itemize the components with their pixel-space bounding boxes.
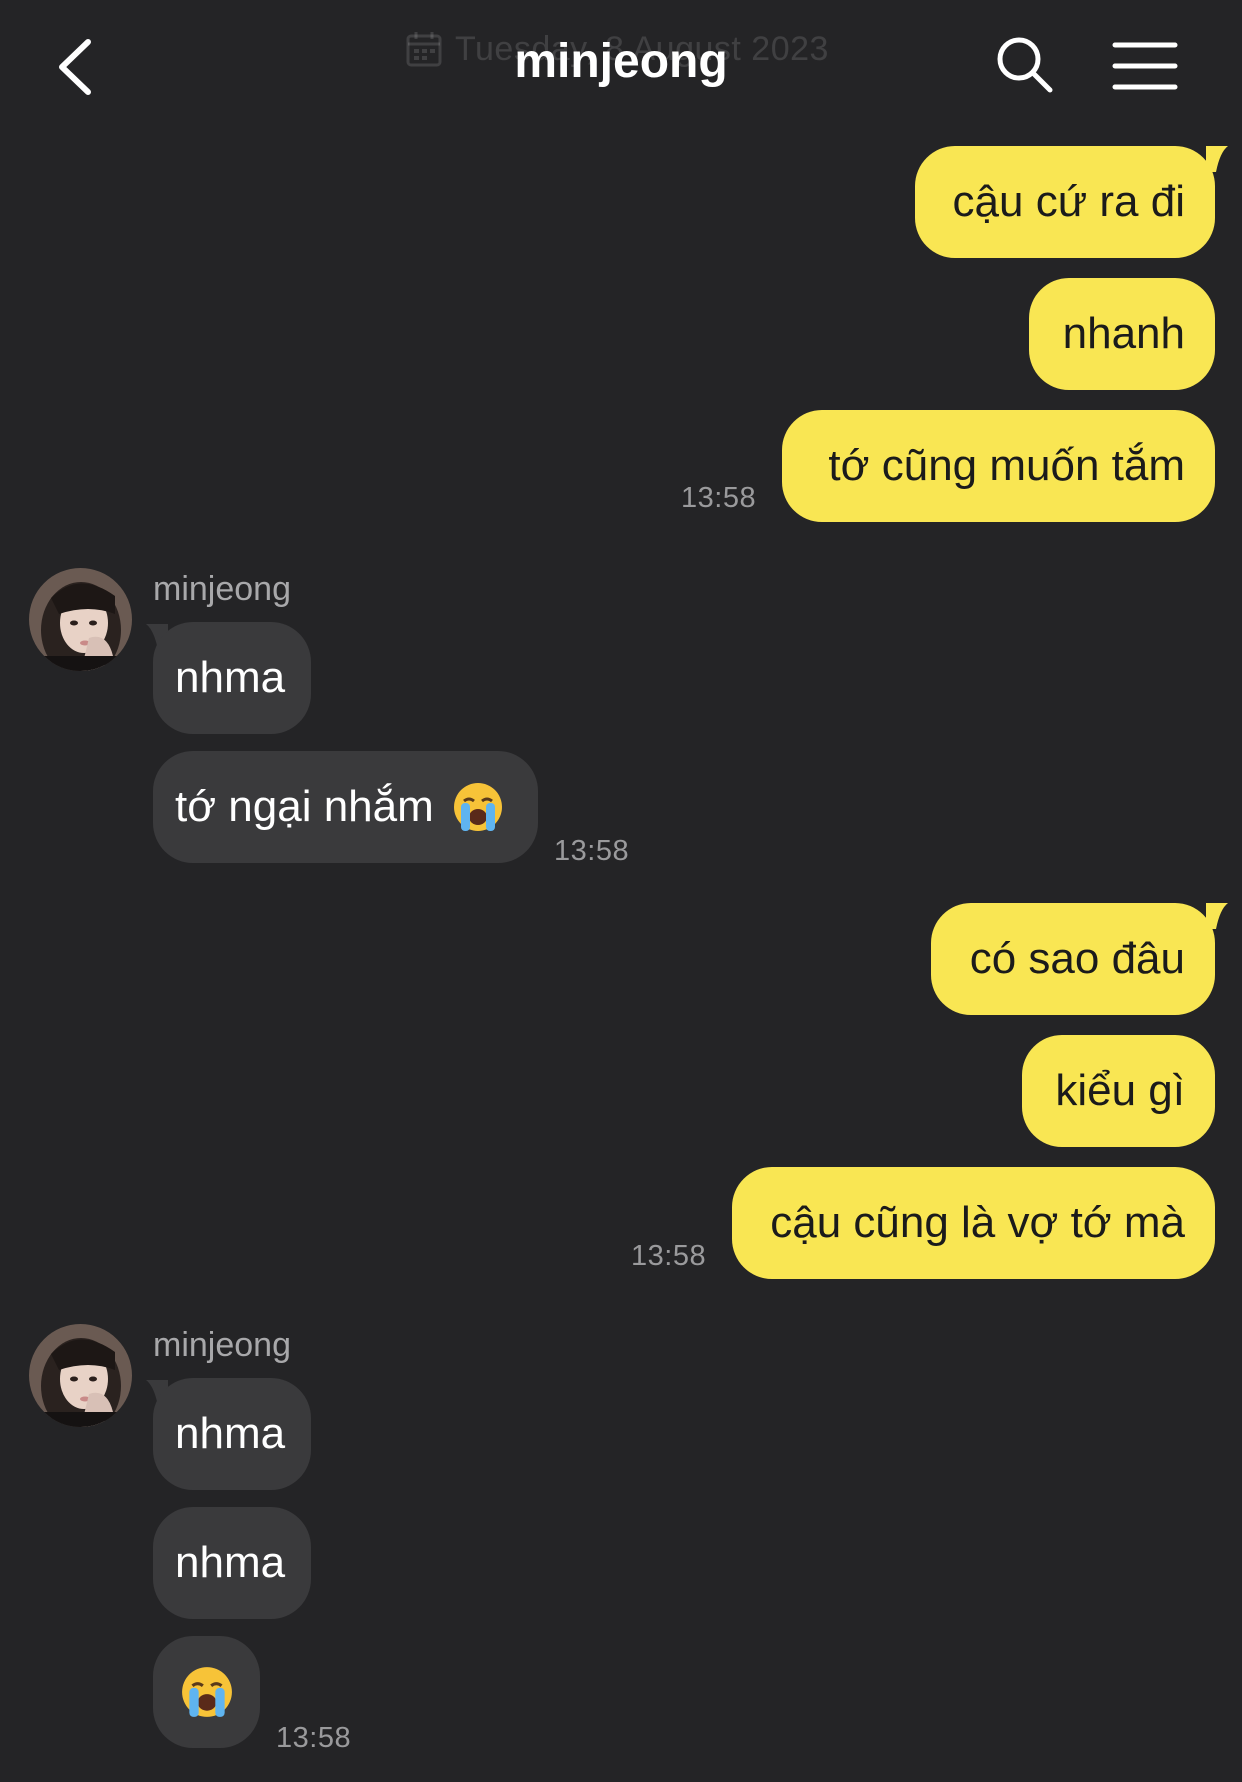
message-text: nhma [175,1409,286,1458]
loudly-crying-face-emoji [181,1667,232,1717]
message-timestamp: 13:58 [276,1722,352,1754]
search-button[interactable] [994,34,1056,96]
message-text: nhanh [1062,309,1185,358]
incoming-message[interactable]: nhma [153,1378,311,1490]
message-text: tớ ngại nhắm [175,782,434,831]
message-text: nhma [175,1538,286,1587]
outgoing-message[interactable]: cậu cứ ra đi [915,146,1215,258]
loudly-crying-face-emoji [453,783,502,831]
sender-name: minjeong [153,570,291,608]
outgoing-message[interactable]: kiểu gì [1022,1035,1215,1147]
bubble-tail [1206,903,1228,929]
outgoing-message[interactable]: có sao đâu [931,903,1215,1015]
incoming-message[interactable] [153,1636,260,1748]
avatar[interactable] [29,568,132,671]
chat-header: Tuesday, 8 August 2023 minjeong [0,0,1242,130]
menu-icon [1112,42,1178,90]
message-timestamp: 13:58 [681,482,757,514]
outgoing-message[interactable]: nhanh [1029,278,1215,390]
message-timestamp: 13:58 [554,835,630,867]
incoming-message[interactable]: tớ ngại nhắm [153,751,538,863]
message-text: tớ cũng muốn tắm [828,441,1185,490]
chat-screen: Tuesday, 8 August 2023 minjeong cậu cứ r… [0,0,1242,1782]
avatar-image [29,1324,132,1427]
bubble-tail [1206,146,1228,172]
search-icon [997,37,1053,93]
outgoing-message[interactable]: tớ cũng muốn tắm [782,410,1215,522]
incoming-message[interactable]: nhma [153,622,311,734]
message-text: cậu cứ ra đi [952,177,1185,226]
avatar-image [29,568,132,671]
sender-name: minjeong [153,1326,291,1364]
message-text: kiểu gì [1055,1066,1185,1115]
message-text: nhma [175,653,286,702]
outgoing-message[interactable]: cậu cũng là vợ tớ mà [732,1167,1215,1279]
incoming-message[interactable]: nhma [153,1507,311,1619]
avatar[interactable] [29,1324,132,1427]
menu-button[interactable] [1112,40,1178,92]
message-timestamp: 13:58 [631,1240,707,1272]
message-text: có sao đâu [969,934,1185,983]
message-text: cậu cũng là vợ tớ mà [770,1198,1185,1247]
